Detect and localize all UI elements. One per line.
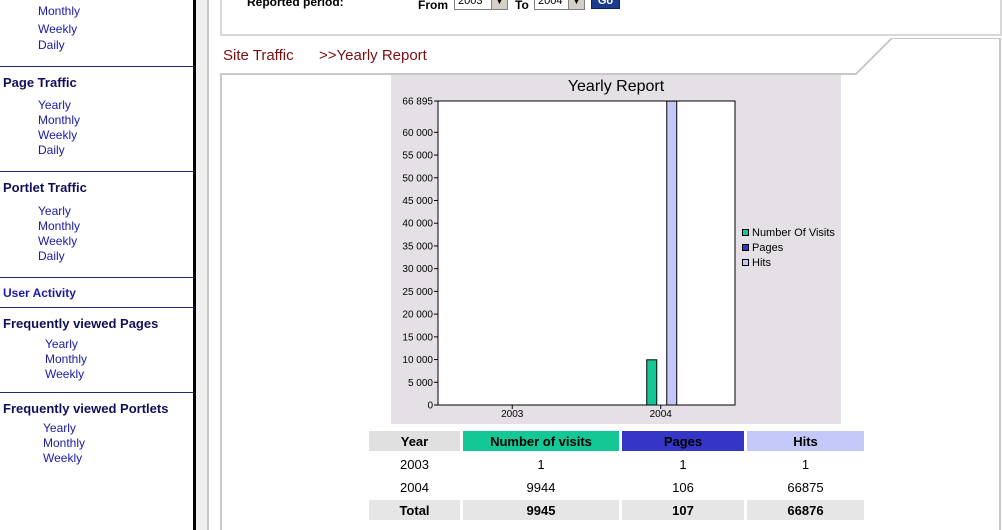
y-tick-label: 15 000 <box>402 332 433 343</box>
sidebar-link-monthly[interactable]: Monthly <box>38 4 80 18</box>
from-year-select[interactable]: 2003 ▼ <box>454 0 508 10</box>
legend-swatch-visits <box>742 229 749 236</box>
total-hits: 66876 <box>747 500 864 520</box>
bar-hits-2004 <box>666 100 678 406</box>
y-tick-label: 10 000 <box>402 355 433 366</box>
cell-pages: 106 <box>672 479 694 495</box>
to-label: To <box>515 0 529 12</box>
sidebar-divider <box>0 392 193 393</box>
legend-label-pages: Pages <box>752 242 784 254</box>
portlet-traffic-yearly-link[interactable]: Yearly <box>38 204 71 218</box>
total-pages: 107 <box>622 500 744 520</box>
sidebar: Monthly Weekly Daily Page Traffic Yearly… <box>0 0 193 530</box>
cell-hits: 1 <box>801 456 810 472</box>
sidebar-divider <box>0 277 193 278</box>
y-tick-label: 55 000 <box>402 151 433 162</box>
y-tick-label: 66 895 <box>402 97 433 108</box>
total-label: Total <box>369 500 460 520</box>
breadcrumb-yearly-report: >>Yearly Report <box>319 47 427 64</box>
from-year-value: 2003 <box>458 0 483 7</box>
chevron-down-icon[interactable]: ▼ <box>568 0 584 9</box>
y-tick-label: 60 000 <box>402 128 433 139</box>
yearly-stats-table: Year Number of visits Pages Hits 2003 1 … <box>366 428 867 523</box>
y-tick-label: 35 000 <box>402 241 433 252</box>
sidebar-divider <box>0 66 193 67</box>
y-tick-label: 40 000 <box>402 219 433 230</box>
y-tick-label: 50 000 <box>402 173 433 184</box>
sidebar-heading-page-traffic[interactable]: Page Traffic <box>3 75 77 90</box>
y-tick-label: 45 000 <box>402 196 433 207</box>
sidebar-divider <box>0 307 193 308</box>
table-header-row: Year Number of visits Pages Hits <box>369 431 864 451</box>
sidebar-gutter-line <box>207 0 209 530</box>
sidebar-divider <box>0 171 193 172</box>
cell-visits: 1 <box>537 456 545 472</box>
y-tick-label: 20 000 <box>402 310 433 321</box>
reported-period-label: Reported period: <box>247 0 344 9</box>
y-tick-label: 5 000 <box>408 378 433 389</box>
legend-item-pages: Pages <box>742 242 783 254</box>
table-row: 2004 9944 106 66875 <box>369 477 864 497</box>
x-tick-label: 2004 <box>650 409 673 420</box>
legend-label-hits: Hits <box>752 257 771 269</box>
page-traffic-daily-link[interactable]: Daily <box>38 143 65 157</box>
cell-pages: 1 <box>679 456 687 472</box>
frequent-pages-monthly-link[interactable]: Monthly <box>45 352 87 366</box>
legend-swatch-hits <box>742 259 749 266</box>
sidebar-gutter <box>196 0 207 530</box>
from-label: From <box>418 0 448 12</box>
sidebar-heading-frequent-portlets[interactable]: Frequently viewed Portlets <box>3 401 168 416</box>
header-pages: Pages <box>622 431 744 451</box>
sidebar-heading-frequent-pages[interactable]: Frequently viewed Pages <box>3 316 158 331</box>
header-hits: Hits <box>747 431 864 451</box>
portlet-traffic-daily-link[interactable]: Daily <box>38 249 65 263</box>
go-button[interactable]: Go <box>591 0 620 9</box>
legend-item-visits: Number Of Visits <box>742 227 835 239</box>
sidebar-link-daily[interactable]: Daily <box>38 38 65 52</box>
sidebar-heading-portlet-traffic[interactable]: Portlet Traffic <box>3 180 87 195</box>
plot-area <box>437 100 736 406</box>
page-traffic-weekly-link[interactable]: Weekly <box>38 128 77 142</box>
bar-number-of-visits-2004 <box>646 359 658 406</box>
table-total-row: Total 9945 107 66876 <box>369 500 864 520</box>
frequent-pages-yearly-link[interactable]: Yearly <box>45 337 78 351</box>
cell-hits: 66875 <box>787 479 824 495</box>
sidebar-link-weekly[interactable]: Weekly <box>38 22 77 36</box>
x-tick-label: 2003 <box>501 409 524 420</box>
legend-label-visits: Number Of Visits <box>752 227 835 239</box>
header-year: Year <box>369 431 460 451</box>
total-visits: 9945 <box>463 500 619 520</box>
frequent-portlets-monthly-link[interactable]: Monthly <box>43 436 85 450</box>
legend-item-hits: Hits <box>742 257 771 269</box>
breadcrumb-site-traffic[interactable]: Site Traffic <box>223 47 294 64</box>
cell-year: 2003 <box>400 456 429 472</box>
frequent-portlets-weekly-link[interactable]: Weekly <box>43 451 82 465</box>
to-year-value: 2004 <box>538 0 563 7</box>
sidebar-heading-user-activity[interactable]: User Activity <box>3 286 76 300</box>
chevron-down-icon[interactable]: ▼ <box>491 0 507 9</box>
to-year-select[interactable]: 2004 ▼ <box>534 0 585 10</box>
table-row: 2003 1 1 1 <box>369 454 864 474</box>
frequent-portlets-yearly-link[interactable]: Yearly <box>43 421 76 435</box>
page-traffic-monthly-link[interactable]: Monthly <box>38 113 80 127</box>
y-tick-label: 30 000 <box>402 264 433 275</box>
cell-visits: 9944 <box>526 479 556 495</box>
cell-year: 2004 <box>400 479 429 495</box>
portlet-traffic-weekly-link[interactable]: Weekly <box>38 234 77 248</box>
page-traffic-yearly-link[interactable]: Yearly <box>38 98 71 112</box>
frequent-pages-weekly-link[interactable]: Weekly <box>45 367 84 381</box>
y-tick-label: 0 <box>427 401 433 412</box>
y-tick-label: 25 000 <box>402 287 433 298</box>
header-visits: Number of visits <box>463 431 619 451</box>
legend-swatch-pages <box>742 244 749 251</box>
portlet-traffic-monthly-link[interactable]: Monthly <box>38 219 80 233</box>
